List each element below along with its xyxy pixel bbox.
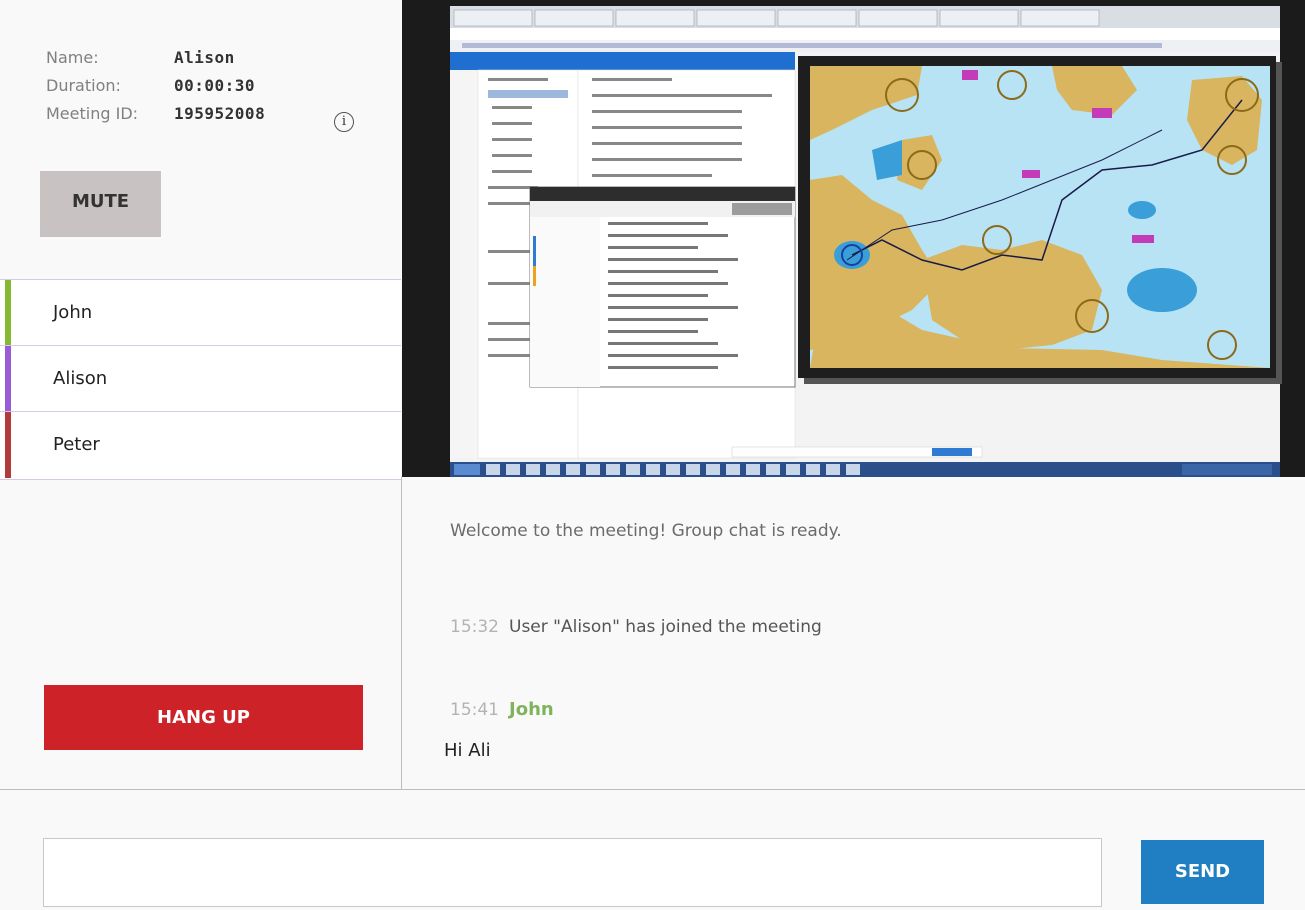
- name-label: Name:: [46, 48, 99, 67]
- mute-button[interactable]: MUTE: [40, 171, 161, 237]
- participant-color-bar: [5, 346, 11, 411]
- participant-name: Alison: [53, 368, 108, 389]
- chat-system-text: User "Alison" has joined the meeting: [509, 617, 822, 637]
- chat-message-text: Hi Ali: [444, 740, 491, 761]
- chat-timestamp: 15:41: [450, 700, 499, 720]
- chat-timestamp: 15:32: [450, 617, 499, 637]
- meeting-id-label: Meeting ID:: [46, 104, 139, 123]
- meeting-id-value: 195952008: [174, 104, 266, 123]
- chat-sender-name: John: [509, 699, 554, 720]
- send-button[interactable]: SEND: [1141, 840, 1264, 904]
- participant-item-peter[interactable]: Peter: [0, 412, 401, 478]
- name-value: Alison: [174, 48, 235, 67]
- duration-value: 00:00:30: [174, 76, 256, 95]
- chat-welcome-message: Welcome to the meeting! Group chat is re…: [450, 521, 842, 541]
- chat-panel: Welcome to the meeting! Group chat is re…: [402, 477, 1305, 789]
- duration-label: Duration:: [46, 76, 121, 95]
- meeting-info: Name: Alison Duration: 00:00:30 Meeting …: [46, 44, 265, 128]
- shared-screen-image: [402, 0, 1305, 477]
- name-row: Name: Alison: [46, 44, 265, 72]
- participant-item-alison[interactable]: Alison: [0, 346, 401, 412]
- hang-up-button[interactable]: HANG UP: [44, 685, 363, 750]
- left-panel: Name: Alison Duration: 00:00:30 Meeting …: [0, 0, 401, 789]
- participant-color-bar: [5, 412, 11, 478]
- info-icon[interactable]: i: [334, 112, 354, 132]
- participant-name: Peter: [53, 434, 100, 455]
- chat-message-input[interactable]: [43, 838, 1102, 907]
- chat-message-header: 15:41 John: [450, 699, 554, 720]
- chat-system-message: 15:32 User "Alison" has joined the meetin…: [450, 617, 822, 637]
- shared-screen-view: [402, 0, 1305, 477]
- participant-item-john[interactable]: John: [0, 280, 401, 346]
- participant-name: John: [53, 302, 93, 323]
- horizontal-divider: [0, 789, 1305, 790]
- participant-list: John Alison Peter: [0, 279, 401, 480]
- duration-row: Duration: 00:00:30: [46, 72, 265, 100]
- participant-color-bar: [5, 280, 11, 345]
- meeting-id-row: Meeting ID: 195952008: [46, 100, 265, 128]
